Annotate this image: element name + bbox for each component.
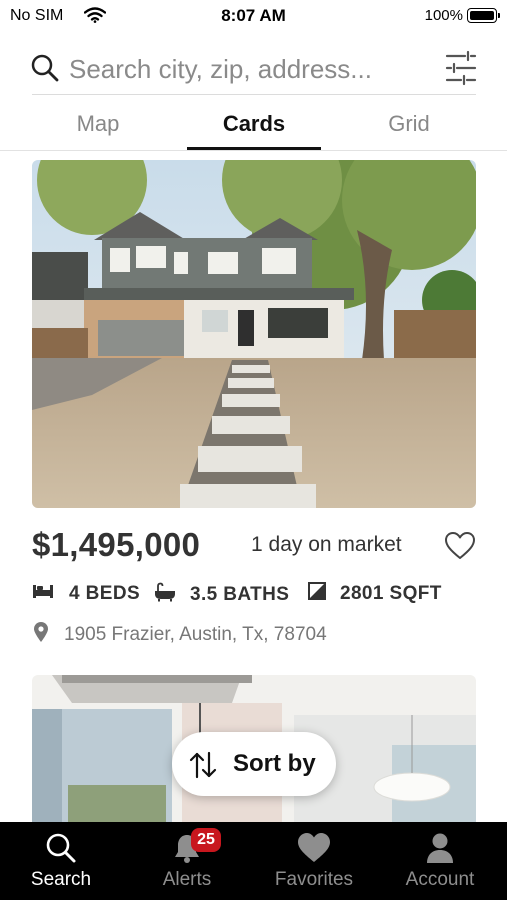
- search-divider: [32, 94, 476, 95]
- tab-grid[interactable]: Grid: [339, 111, 479, 137]
- address-text: 1905 Frazier, Austin, Tx, 78704: [64, 623, 327, 645]
- status-bar: No SIM 8:07 AM 100%: [0, 0, 507, 34]
- sort-by-button[interactable]: Sort by: [172, 732, 336, 796]
- favorite-heart-icon[interactable]: [444, 531, 476, 566]
- listing-photo[interactable]: [32, 160, 476, 508]
- bottom-nav: Search Alerts Favorites Account: [0, 822, 507, 900]
- alerts-badge: 25: [191, 828, 221, 852]
- baths-label: 3.5 BATHS: [190, 584, 290, 605]
- sqft-spec: 2801 SQFT: [308, 582, 442, 606]
- nav-search[interactable]: Search: [0, 822, 124, 900]
- beds-spec: 4 BEDS: [32, 582, 140, 606]
- listing-price: $1,495,000: [32, 526, 201, 563]
- nav-alerts-label: Alerts: [162, 869, 212, 890]
- person-icon: [377, 832, 503, 869]
- search-icon: [0, 832, 124, 869]
- filter-sliders-icon[interactable]: [445, 50, 477, 91]
- search-icon: [30, 53, 60, 88]
- nav-favorites-label: Favorites: [274, 869, 354, 890]
- tab-map[interactable]: Map: [28, 111, 168, 137]
- tab-cards[interactable]: Cards: [184, 111, 324, 137]
- nav-account-label: Account: [405, 869, 475, 890]
- bell-icon: [124, 832, 250, 869]
- nav-favorites[interactable]: Favorites: [251, 822, 377, 900]
- area-icon: [308, 582, 326, 606]
- nav-alerts[interactable]: Alerts: [124, 822, 250, 900]
- nav-account[interactable]: Account: [377, 822, 503, 900]
- tabs-divider: [0, 150, 507, 151]
- heart-icon: [251, 832, 377, 869]
- baths-spec: 3.5 BATHS: [154, 582, 289, 608]
- sqft-label: 2801 SQFT: [340, 583, 442, 604]
- listing-address: 1905 Frazier, Austin, Tx, 78704: [32, 621, 327, 648]
- nav-search-label: Search: [30, 869, 92, 890]
- days-on-market: 1 day on market: [251, 533, 402, 556]
- bathtub-icon: [154, 582, 176, 608]
- bed-icon: [32, 582, 54, 606]
- search-input[interactable]: Search city, zip, address...: [69, 54, 372, 85]
- sort-arrows-icon: [188, 751, 218, 784]
- beds-label: 4 BEDS: [69, 583, 141, 604]
- search-bar[interactable]: Search city, zip, address...: [0, 44, 507, 92]
- location-pin-icon: [32, 621, 50, 648]
- view-tabs: Map Cards Grid: [0, 103, 507, 151]
- battery-icon: [467, 8, 500, 23]
- sort-by-label: Sort by: [233, 750, 316, 777]
- battery-percentage: 100%: [424, 7, 463, 24]
